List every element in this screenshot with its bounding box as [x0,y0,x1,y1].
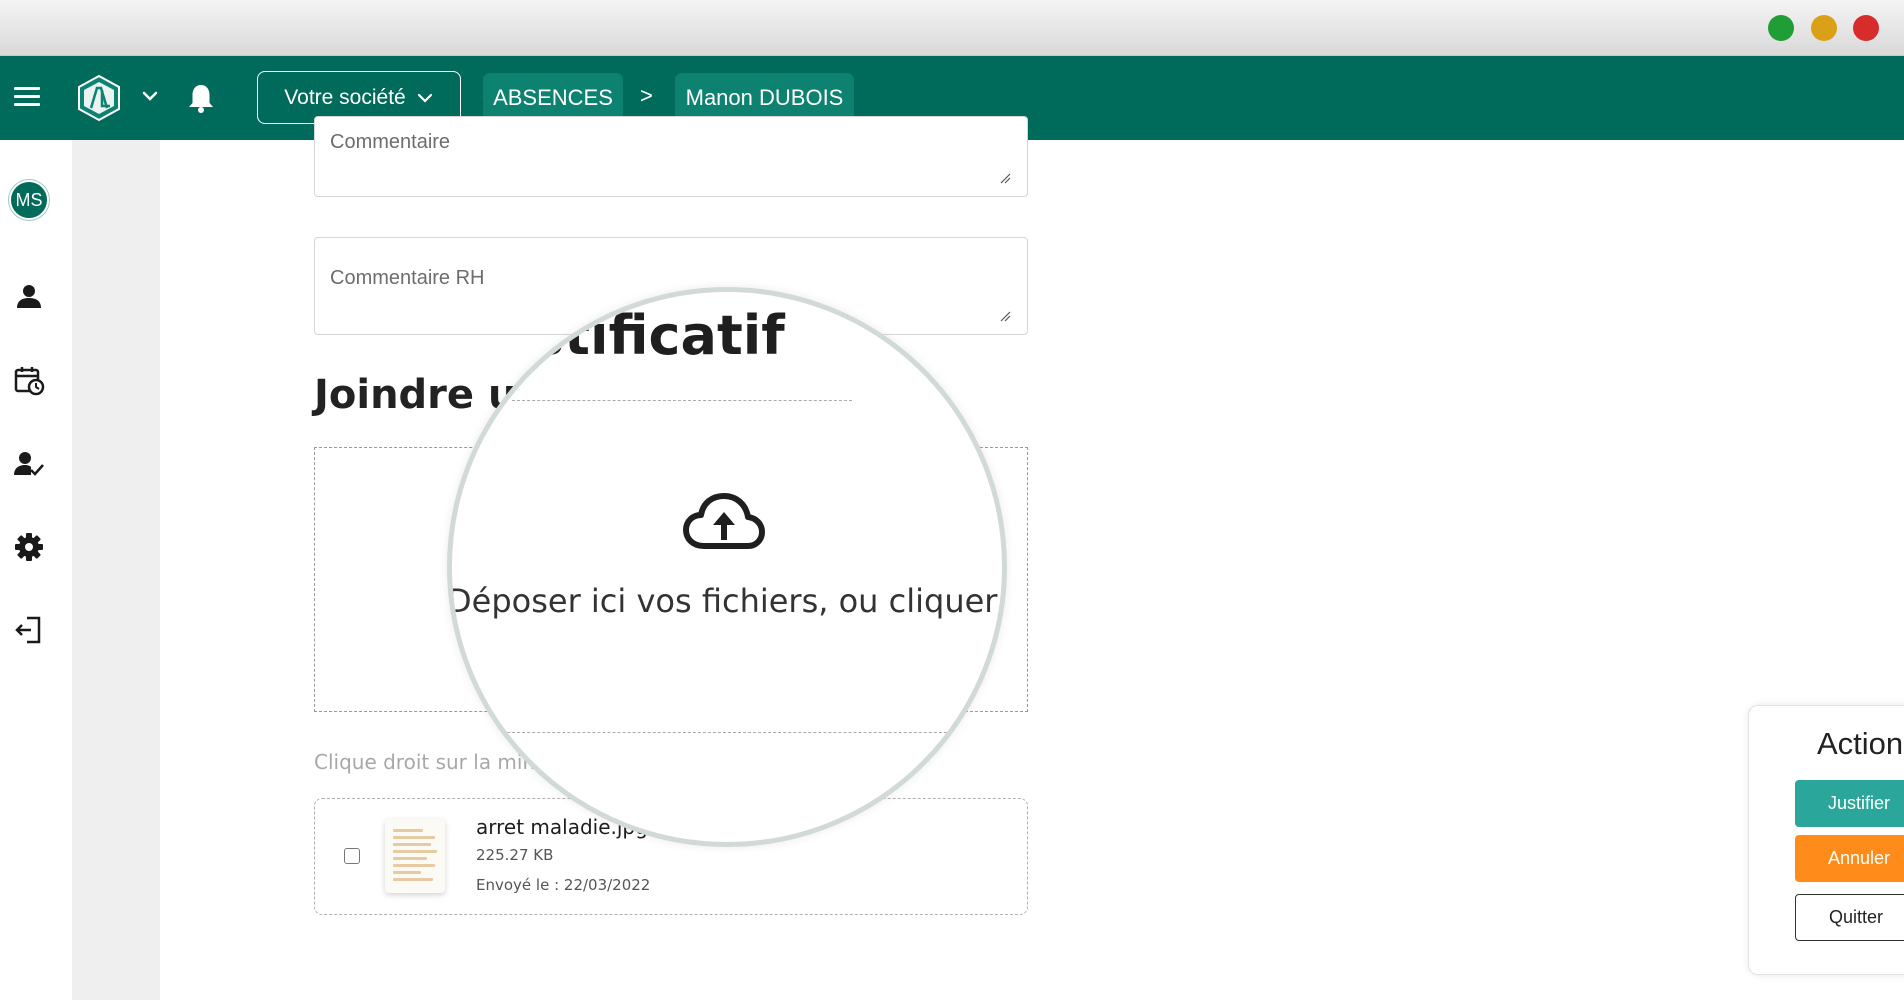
file-thumbnail[interactable] [385,819,445,893]
magnified-section-title: stificatif [532,304,785,367]
window-close-button[interactable] [1853,15,1879,41]
cancel-button[interactable]: Annuler [1795,835,1904,882]
window-titlebar [0,0,1904,56]
file-size: 225.27 KB [476,846,554,864]
bell-icon[interactable] [186,82,216,114]
chevron-down-icon [417,93,432,103]
cloud-upload-icon[interactable] [682,490,766,554]
window-maximize-button[interactable] [1768,15,1794,41]
hamburger-icon[interactable] [14,87,40,109]
calendar-clock-icon[interactable] [13,364,45,396]
commentaire-rh-label: Commentaire RH [330,267,485,289]
resize-handle-icon[interactable] [999,172,1011,184]
file-select-checkbox[interactable] [344,848,360,864]
app-logo[interactable] [76,74,122,122]
file-sent-date: Envoyé le : 22/03/2022 [476,876,651,894]
commentaire-label: Commentaire [330,131,451,153]
action-panel: Action Justifier Annuler Quitter [1748,705,1904,975]
logout-icon[interactable] [13,614,45,646]
window-minimize-button[interactable] [1811,15,1837,41]
magnified-dropzone-border [492,732,972,733]
chevron-down-icon[interactable] [140,86,160,106]
user-icon[interactable] [13,280,45,312]
user-check-icon[interactable] [13,448,45,480]
avatar[interactable]: MS [9,180,49,220]
magnified-dropzone-text[interactable]: Déposer ici vos fichiers, ou cliquer ici [452,582,1002,620]
justify-button[interactable]: Justifier [1795,780,1904,827]
magnified-dropzone-border [512,400,852,401]
thumbnail-hint-text: Clique droit sur la mini [314,750,541,774]
gear-icon[interactable] [13,531,45,563]
left-sidebar [0,140,58,1000]
magnifier-overlay: stificatif Déposer ici vos fichiers, ou … [447,287,1007,847]
company-selector-label: Votre société [284,85,406,109]
breadcrumb-separator: > [640,83,653,108]
resize-handle-icon[interactable] [999,310,1011,322]
commentaire-field[interactable]: Commentaire [314,116,1028,197]
content-gutter [72,140,160,1000]
action-panel-title: Action [1817,726,1904,761]
quit-button[interactable]: Quitter [1795,894,1904,941]
